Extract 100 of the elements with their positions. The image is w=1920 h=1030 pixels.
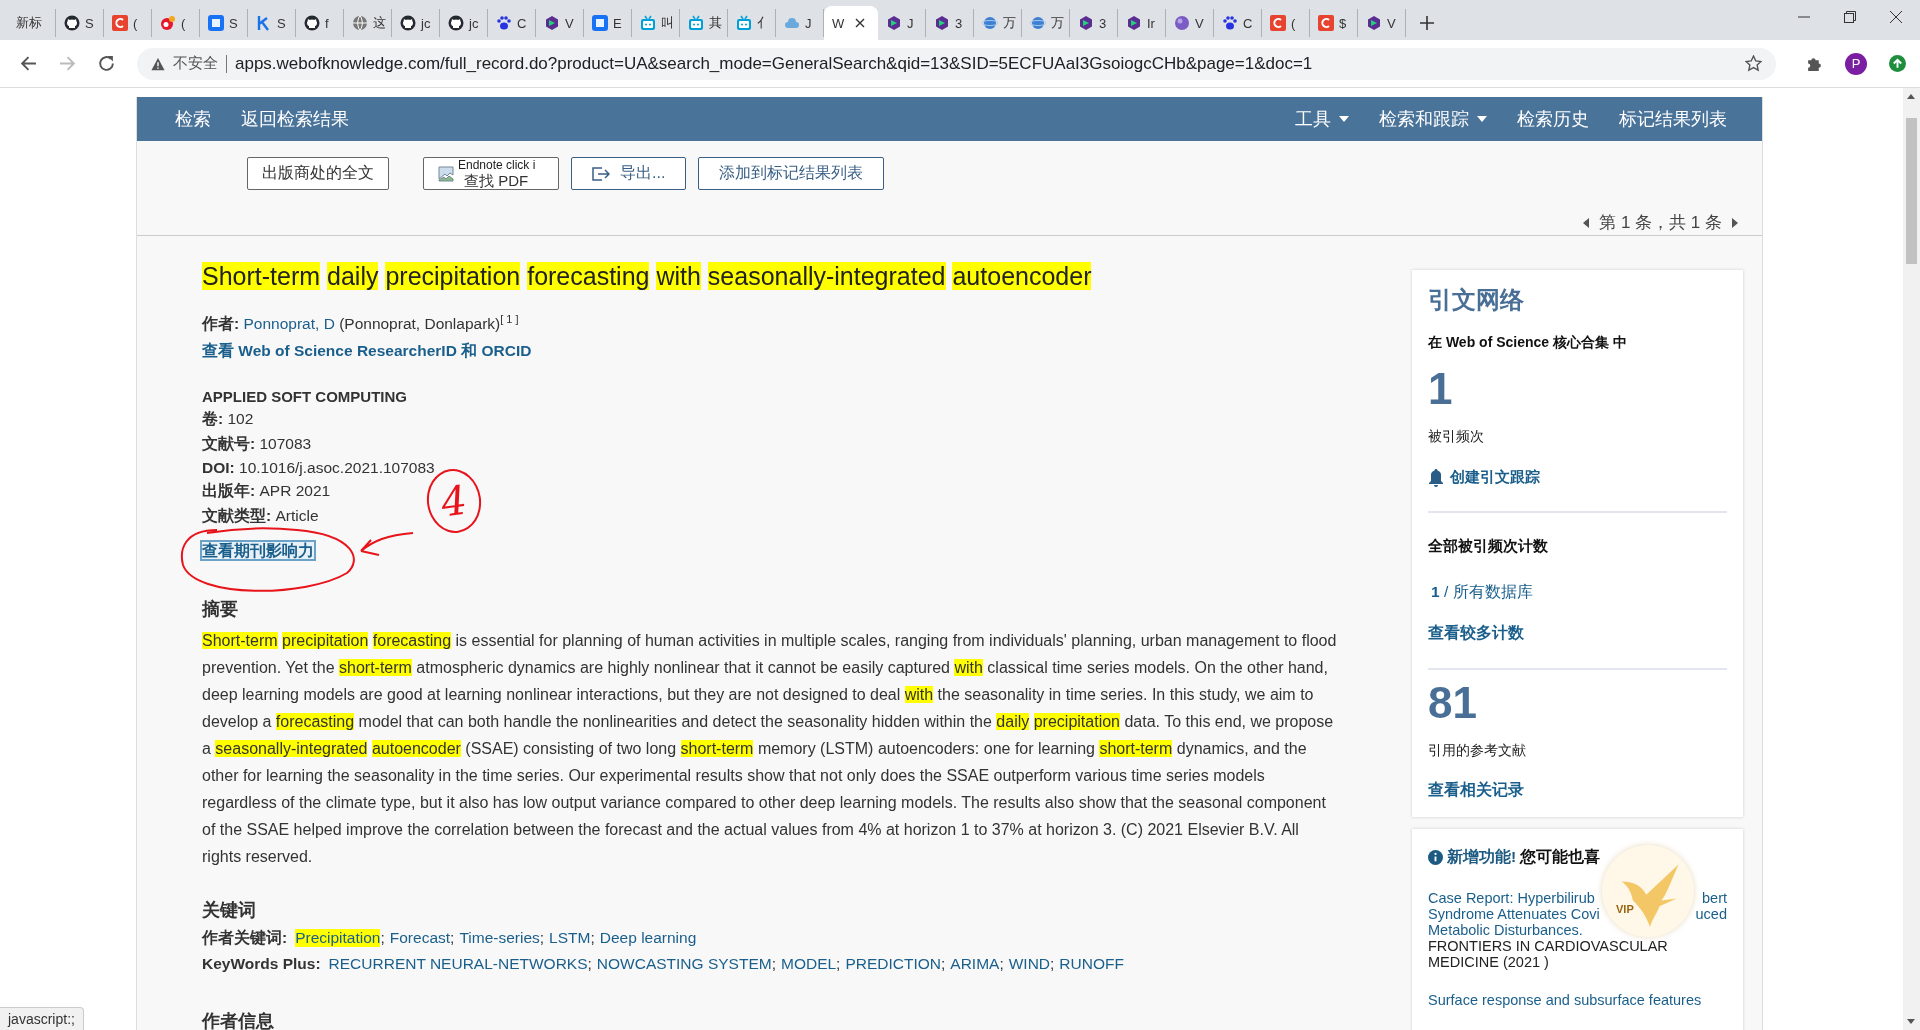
article-link[interactable]: bert	[1702, 890, 1727, 906]
back-icon[interactable]	[20, 55, 37, 72]
browser-tab[interactable]: V	[1358, 9, 1406, 37]
close-icon[interactable]	[855, 18, 866, 28]
puzzle-icon[interactable]	[1806, 55, 1823, 72]
browser-tab[interactable]: $	[1310, 9, 1358, 37]
restore-icon[interactable]	[1844, 11, 1856, 23]
browser-tab[interactable]: S	[248, 9, 296, 37]
scrollbar[interactable]	[1903, 88, 1920, 1030]
researcher-id-link[interactable]: 查看 Web of Science ResearcherID 和 ORCID	[202, 341, 532, 363]
card-heading: 您可能也喜	[1520, 847, 1601, 867]
article-link[interactable]: Metabolic Disturbances.	[1428, 922, 1583, 938]
nav-link[interactable]: 返回检索结果	[241, 107, 349, 131]
broken-image-icon	[438, 165, 454, 182]
keyword-link[interactable]: Deep learning	[599, 929, 697, 948]
keyword-link[interactable]: ARIMA	[950, 955, 1000, 974]
browser-tab[interactable]: 叫	[632, 9, 680, 37]
article-link[interactable]: Surface response and subsurface features	[1428, 992, 1702, 1008]
browser-tab[interactable]: 亻	[728, 9, 776, 37]
update-icon[interactable]	[1889, 55, 1906, 72]
browser-tab[interactable]: J	[878, 9, 926, 37]
card-title: 引文网络	[1428, 285, 1525, 315]
browser-tab[interactable]: 3	[926, 9, 974, 37]
k-mark-icon	[256, 15, 272, 31]
browser-tab[interactable]: W	[824, 6, 878, 40]
browser-tab[interactable]: 万	[974, 9, 1022, 37]
keyword-link[interactable]: PREDICTION	[845, 955, 941, 974]
keyword-link[interactable]: NOWCASTING SYSTEM	[596, 955, 772, 974]
c-logo-icon	[112, 15, 128, 31]
more-counts-link[interactable]: 查看较多计数	[1428, 623, 1727, 644]
all-databases-link[interactable]: 1 / 所有数据库	[1428, 582, 1727, 603]
add-to-marked-list-button[interactable]: 添加到标记结果列表	[698, 157, 885, 190]
nav-menu[interactable]: 标记结果列表	[1619, 107, 1727, 131]
related-records-link[interactable]: 查看相关记录	[1428, 780, 1727, 801]
record-field: 文献类型: Article	[202, 506, 319, 528]
scroll-up-icon[interactable]	[1907, 94, 1915, 99]
keywords-label: 作者关键词:	[202, 928, 288, 949]
find-pdf-button[interactable]: Endnote click i 查找 PDF	[423, 157, 559, 190]
browser-tab[interactable]: S	[56, 9, 104, 37]
address-field[interactable]: 不安全 apps.webofknowledge.com/full_record.do?product=UA&search_mode=GeneralSearch&qid=13&SID=5ECFUAaI3GsoiogcCHb&page=1&doc=1	[137, 47, 1776, 80]
keyword-link[interactable]: WIND	[1008, 955, 1051, 974]
nav-menu[interactable]: 工具	[1295, 107, 1349, 131]
c-logo-icon	[1270, 15, 1286, 31]
cloud-icon	[784, 15, 800, 31]
fulltext-button[interactable]: 出版商处的全文	[247, 157, 389, 190]
keyword-link[interactable]: RECURRENT NEURAL-NETWORKS	[328, 955, 588, 974]
globe-icon	[352, 15, 368, 31]
browser-tab[interactable]: (	[1262, 9, 1310, 37]
create-alert-link[interactable]: 创建引文跟踪	[1428, 468, 1727, 487]
nav-menu[interactable]: 检索和跟踪	[1379, 107, 1487, 131]
vip-badge[interactable]: VIP	[1602, 845, 1694, 937]
hexagon-logo-icon	[1126, 15, 1142, 31]
article-link[interactable]: uced	[1695, 906, 1727, 922]
star-icon[interactable]	[1745, 55, 1762, 72]
hexagon-logo-icon	[1078, 15, 1094, 31]
browser-tab[interactable]: C	[488, 9, 536, 37]
browser-tab[interactable]: 其	[680, 9, 728, 37]
keyword-link[interactable]: Precipitation	[295, 929, 381, 948]
article-link[interactable]: Syndrome Attenuates Covi	[1428, 906, 1600, 922]
browser-tab[interactable]: 新标	[8, 9, 56, 37]
scope-label: 在 Web of Science 核心合集 中	[1428, 334, 1628, 352]
abstract-text: Short-term precipitation forecasting is essential for planning of human activities in multiple scales, ranging from individuals' planning, urban management to flood prevention. Yet the short-term atmospheric dynamics are highly nonlinear that it cannot be easily captured with classical time series models. On the other hand, deep learning models are good at learning nonlinear interactions, but they are not designed to deal with the seasonality in time series. In this study, we aim to develop a forecasting model that can both handle the nonlinearities and detect the seasonality hidden within the daily precipitation data. To this end, we propose a seasonally-integrated autoencoder (SSAE) consisting of two long short-term memory (LSTM) autoencoders: one for learning short-term dynamics, and the other for learning the seasonality in the time series. Our experimental results show that not only does the SSAE outperform various time series models regardless of the climate type, but it also has low output variance compared to other deep learning models. The results also show that the seasonal component of the SSAE helped improve the correlation between the forecast and the actual values from 4% at horizon 1 to 37% at horizon 3. (C) 2021 Elsevier B.V. All rights reserved.	[202, 631, 1338, 868]
browser-tab[interactable]: E	[584, 9, 632, 37]
previous-icon[interactable]	[1583, 217, 1590, 228]
browser-tab[interactable]: f	[296, 9, 344, 37]
subsection-heading: 全部被引频次计数	[1428, 537, 1549, 556]
export-button[interactable]: 导出...	[571, 157, 687, 190]
browser-tab[interactable]: Ir	[1118, 9, 1166, 37]
keyword-link[interactable]: RUNOFF	[1059, 955, 1124, 974]
browser-tab[interactable]: jc	[440, 9, 488, 37]
export-icon	[592, 166, 610, 181]
hexagon-logo-icon	[934, 15, 950, 31]
scroll-down-icon[interactable]	[1907, 1019, 1915, 1024]
keyword-link[interactable]: Time-series	[459, 929, 540, 948]
hexagon-logo-icon	[1366, 15, 1382, 31]
browser-tab[interactable]: 这	[344, 9, 392, 37]
separator-text: ;	[1050, 955, 1055, 974]
security-label: 不安全	[173, 54, 218, 73]
nav-link[interactable]: 检索	[175, 107, 211, 131]
browser-tab[interactable]: C	[1214, 9, 1262, 37]
journal-name: APPLIED SOFT COMPUTING	[202, 388, 407, 406]
reload-icon[interactable]	[98, 55, 115, 72]
browser-tab[interactable]: V	[1166, 9, 1214, 37]
browser-tab[interactable]: 万	[1022, 9, 1070, 37]
next-icon[interactable]	[1732, 217, 1738, 228]
close-icon[interactable]	[1890, 11, 1902, 23]
scroll-thumb[interactable]	[1906, 118, 1917, 264]
profile-avatar[interactable]: P	[1845, 52, 1867, 75]
browser-tab[interactable]: (	[152, 9, 200, 37]
browser-tab[interactable]: 3	[1070, 9, 1118, 37]
browser-tab[interactable]: jc	[392, 9, 440, 37]
browser-tab[interactable]: S	[200, 9, 248, 37]
browser-tab[interactable]: (	[104, 9, 152, 37]
journal-impact-link[interactable]: 查看期刊影响力	[202, 542, 314, 560]
nav-menu[interactable]: 检索历史	[1517, 107, 1589, 131]
browser-tab[interactable]: V	[536, 9, 584, 37]
keyword-link[interactable]: LSTM	[549, 929, 591, 948]
tv-icon	[736, 15, 752, 31]
article-link[interactable]: Case Report: Hyperbilirub	[1428, 890, 1595, 906]
new-tab-icon[interactable]	[1420, 16, 1434, 30]
